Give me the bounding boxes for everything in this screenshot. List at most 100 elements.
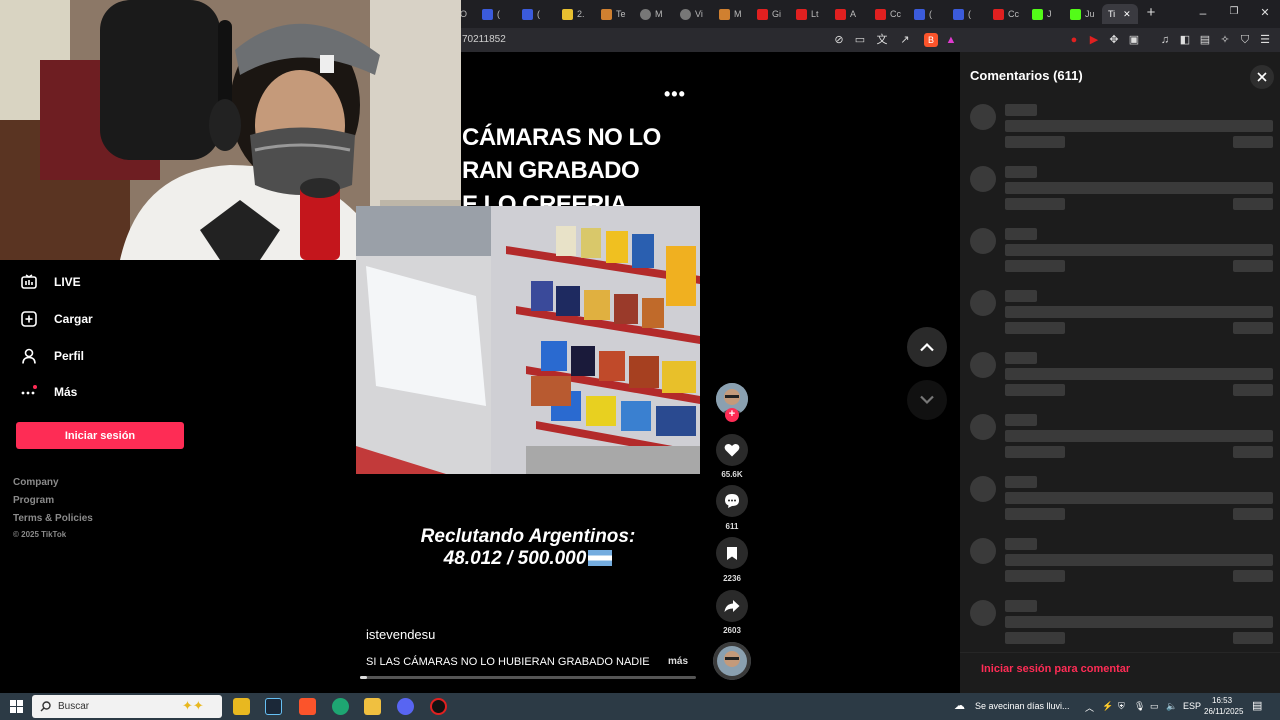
skeleton-line — [1005, 632, 1065, 644]
browser-tab[interactable]: ( — [953, 4, 971, 24]
discord-icon[interactable] — [397, 698, 414, 715]
tab-favicon — [719, 8, 730, 20]
cast-icon[interactable]: ▭ — [853, 33, 867, 47]
tab-label: M — [655, 9, 663, 19]
microphone-icon[interactable]: 🎙 — [1134, 701, 1145, 712]
notifications-icon[interactable]: ▤ — [1252, 699, 1262, 712]
menu-icon[interactable]: ☰ — [1258, 33, 1272, 47]
sidebar-item-live[interactable]: LIVE — [18, 273, 81, 291]
next-video-button[interactable] — [907, 380, 947, 420]
wallet-icon[interactable]: ▤ — [1198, 33, 1212, 47]
save-button[interactable] — [716, 537, 748, 569]
sidebar-item-profile[interactable]: Perfil — [18, 347, 84, 365]
window-close-icon[interactable]: ✕ — [1255, 6, 1275, 19]
browser-tab[interactable]: 2. — [562, 4, 585, 24]
browser-tab[interactable]: A — [835, 4, 856, 24]
previous-video-button[interactable] — [907, 327, 947, 367]
vpn-icon[interactable]: ⛉ — [1238, 33, 1252, 47]
close-comments-button[interactable] — [1250, 65, 1274, 89]
video-frame[interactable] — [356, 206, 700, 474]
extensions-icon[interactable]: ✥ — [1107, 33, 1121, 47]
clock-date[interactable]: 26/11/2025 — [1204, 707, 1243, 716]
tab-label: ( — [929, 9, 932, 19]
browser-tab[interactable]: J — [1032, 4, 1052, 24]
comment-button[interactable] — [716, 485, 748, 517]
edge-icon[interactable] — [332, 698, 349, 715]
screen: O ( ( 2. Te M Vi M Gi Lt A Cc ( ( Cc J J… — [0, 0, 1280, 720]
footer-link-terms[interactable]: Terms & Policies — [13, 513, 93, 524]
volume-icon[interactable]: 🔈 — [1166, 701, 1177, 712]
skeleton-line — [1005, 228, 1037, 240]
windows-start-icon[interactable] — [10, 700, 23, 718]
browser-tab-active[interactable]: Ti ✕ — [1102, 4, 1138, 24]
leo-ai-icon[interactable]: ✧ — [1218, 33, 1232, 47]
clock-time[interactable]: 16:53 — [1212, 696, 1232, 705]
comment-login-link[interactable]: Iniciar sesión para comentar — [981, 663, 1130, 675]
url-text[interactable]: 70211852 — [462, 34, 506, 45]
login-button[interactable]: Iniciar sesión — [16, 422, 184, 449]
caption-more-link[interactable]: más — [668, 656, 688, 667]
obs-icon[interactable] — [430, 698, 447, 715]
footer-link-program[interactable]: Program — [13, 495, 54, 506]
weather-text[interactable]: Se avecinan días lluvi... — [975, 701, 1070, 711]
heart-icon — [724, 443, 740, 457]
close-tab-icon[interactable]: ✕ — [1123, 9, 1131, 20]
tab-label: ( — [968, 9, 971, 19]
share-icon[interactable]: ↗ — [898, 33, 912, 47]
brave-browser-icon[interactable] — [299, 698, 316, 715]
file-explorer-icon[interactable] — [364, 698, 381, 715]
browser-tab[interactable]: Lt — [796, 4, 819, 24]
browser-tab[interactable]: Gi — [757, 4, 781, 24]
browser-tab[interactable]: ( — [482, 4, 500, 24]
screenshot-icon[interactable]: ▣ — [1127, 33, 1141, 47]
share-button[interactable] — [716, 590, 748, 622]
browser-tab[interactable]: Cc — [993, 4, 1019, 24]
follow-button[interactable]: + — [725, 408, 739, 422]
tray-expand-icon[interactable]: ︿ — [1085, 701, 1094, 714]
brave-rewards-icon[interactable]: ▲ — [944, 33, 958, 47]
save-count: 2236 — [723, 574, 741, 583]
network-icon[interactable]: ▭ — [1150, 701, 1159, 712]
video-progress-bar[interactable] — [360, 676, 696, 679]
minimize-icon[interactable]: – — [1193, 6, 1213, 20]
skeleton-line — [1005, 136, 1065, 148]
browser-tab[interactable]: Te — [601, 4, 626, 24]
browser-tab[interactable]: M — [719, 4, 742, 24]
browser-tab[interactable]: Cc — [875, 4, 901, 24]
tray-app-icon[interactable]: ⚡ — [1102, 701, 1113, 712]
browser-tab[interactable]: M — [640, 4, 663, 24]
media-icon[interactable]: ♫ — [1158, 33, 1172, 47]
footer-link-company[interactable]: Company — [13, 477, 59, 488]
browser-tab[interactable]: ( — [914, 4, 932, 24]
tray-shield-icon[interactable]: ⛨ — [1118, 701, 1125, 712]
widgets-icon[interactable] — [233, 698, 250, 715]
youtube-extension-icon[interactable]: ▶ — [1087, 33, 1101, 47]
extension-icon[interactable]: ● — [1067, 33, 1081, 47]
language-indicator[interactable]: ESP — [1183, 701, 1201, 711]
taskbar: Buscar ✦✦ ☁ Se avecinan días lluvi... ︿ … — [0, 693, 1280, 720]
steam-icon[interactable] — [265, 698, 282, 715]
browser-tab[interactable]: ( — [522, 4, 540, 24]
skeleton-line — [1005, 290, 1037, 302]
weather-icon[interactable]: ☁ — [954, 699, 965, 712]
new-tab-button[interactable]: + — [1141, 4, 1161, 21]
taskbar-search[interactable]: Buscar ✦✦ — [32, 695, 222, 718]
recruit-banner: Reclutando Argentinos: 48.012 / 500.000 — [356, 526, 700, 570]
sidebar-toggle-icon[interactable]: ◧ — [1178, 33, 1192, 47]
brave-shield-icon[interactable]: B — [924, 33, 938, 47]
sidebar-item-more[interactable]: Más — [18, 383, 77, 401]
browser-tab[interactable]: O — [460, 4, 467, 24]
video-more-options-icon[interactable]: ••• — [664, 84, 686, 105]
browser-tab[interactable]: Ju — [1070, 4, 1095, 24]
skeleton-line — [1005, 508, 1065, 520]
tab-label: ( — [537, 9, 540, 19]
video-author[interactable]: istevendesu — [366, 627, 435, 642]
sound-avatar[interactable] — [713, 642, 751, 680]
like-button[interactable] — [716, 434, 748, 466]
sidebar-item-upload[interactable]: Cargar — [18, 310, 93, 328]
restore-icon[interactable]: ❐ — [1224, 6, 1244, 17]
block-icon[interactable]: ⊘ — [832, 33, 846, 47]
translate-icon[interactable]: 文 — [875, 33, 889, 47]
browser-tab[interactable]: Vi — [680, 4, 703, 24]
skeleton-line — [1005, 166, 1037, 178]
